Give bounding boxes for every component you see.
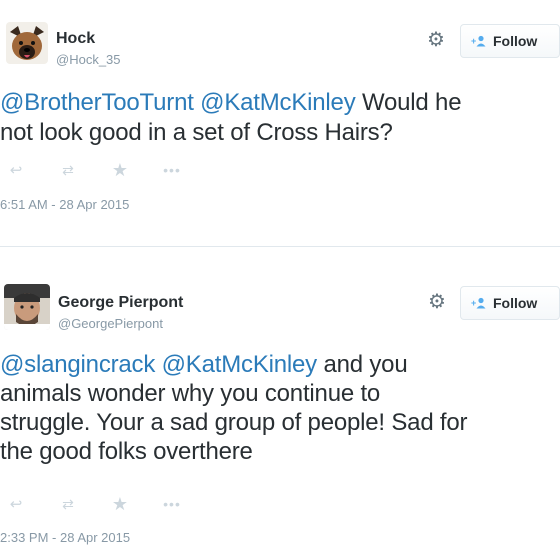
tweet-text-line: not look good in a set of Cross Hairs? <box>0 119 393 146</box>
tweet-text-line: struggle. Your a sad group of people! Sa… <box>0 409 468 436</box>
follow-label: Follow <box>493 295 538 311</box>
more-icon[interactable]: ••• <box>162 162 182 178</box>
divider <box>0 246 560 247</box>
tweet-text-segment: Would he <box>355 89 462 116</box>
tweet-text-line: animals wonder why you continue to <box>0 380 381 407</box>
user-handle[interactable]: @Hock_35 <box>56 52 121 67</box>
follow-button[interactable]: + Follow <box>460 286 560 320</box>
svg-text:+: + <box>471 298 476 308</box>
tweet-timestamp[interactable]: 6:51 AM - 28 Apr 2015 <box>0 197 129 212</box>
tweet-actions: ↩ ⇄ ★ ••• <box>6 160 182 180</box>
avatar[interactable] <box>4 284 50 330</box>
gear-icon[interactable]: ⚙ <box>427 292 447 312</box>
user-handle[interactable]: @GeorgePierpont <box>58 316 163 331</box>
reply-icon[interactable]: ↩ <box>6 161 26 179</box>
avatar[interactable] <box>6 22 48 64</box>
retweet-icon[interactable]: ⇄ <box>58 496 78 513</box>
tweet-card: George Pierpont @GeorgePierpont ⚙ + Foll… <box>0 262 560 560</box>
star-icon[interactable]: ★ <box>110 494 130 515</box>
display-name[interactable]: George Pierpont <box>58 294 183 312</box>
tweet-text: @slangincrack @KatMcKinley and you anima… <box>0 350 556 466</box>
tweet-text-segment: and you <box>317 351 408 378</box>
mention-link[interactable]: @slangincrack <box>0 351 155 378</box>
star-icon[interactable]: ★ <box>110 160 130 181</box>
mention-link[interactable]: @KatMcKinley <box>200 89 356 116</box>
tweet-text-line: the good folks overthere <box>0 438 253 465</box>
tweet-text: @BrotherTooTurnt @KatMcKinley Would he n… <box>0 88 556 148</box>
reply-icon[interactable]: ↩ <box>6 495 26 513</box>
tweet-actions: ↩ ⇄ ★ ••• <box>6 494 182 514</box>
more-icon[interactable]: ••• <box>162 496 182 512</box>
add-user-icon: + <box>471 297 487 309</box>
mention-link[interactable]: @KatMcKinley <box>162 351 318 378</box>
retweet-icon[interactable]: ⇄ <box>58 162 78 179</box>
mention-link[interactable]: @BrotherTooTurnt <box>0 89 194 116</box>
add-user-icon: + <box>471 35 487 47</box>
display-name[interactable]: Hock <box>56 30 95 48</box>
tweet-card: Hock @Hock_35 ⚙ + Follow @BrotherTooTurn… <box>0 0 560 240</box>
gear-icon[interactable]: ⚙ <box>426 30 446 50</box>
svg-text:+: + <box>471 36 476 46</box>
tweet-timestamp[interactable]: 2:33 PM - 28 Apr 2015 <box>0 530 130 545</box>
follow-label: Follow <box>493 33 538 49</box>
follow-button[interactable]: + Follow <box>460 24 560 58</box>
